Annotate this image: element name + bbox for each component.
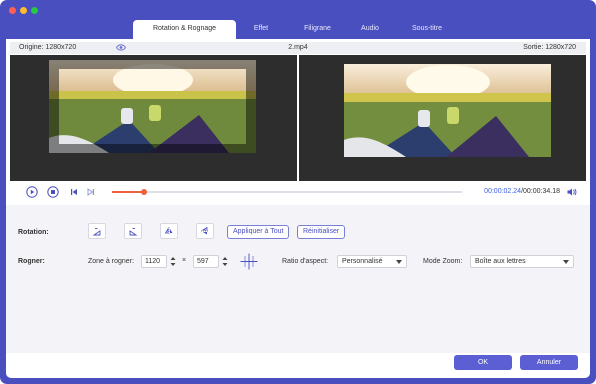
volume-icon[interactable] (566, 186, 578, 198)
chevron-down-icon (396, 260, 402, 264)
file-name: 2.mp4 (288, 44, 308, 51)
crop-width-stepper[interactable] (169, 255, 177, 268)
crop-overlay-bottom (49, 144, 256, 153)
editor-panel: Origine: 1280x720 2.mp4 Sortie: 1280x720 (6, 39, 590, 378)
stop-button[interactable] (47, 186, 59, 198)
crop-overlay-right (246, 69, 256, 144)
rotation-label: Rotation: (18, 229, 49, 236)
cancel-button[interactable]: Annuler (520, 355, 578, 370)
zoom-mode-value: Boîte aux lettres (475, 258, 526, 265)
output-video-frame (344, 64, 551, 157)
aspect-ratio-select[interactable]: Personnalisé (337, 255, 407, 268)
crop-label: Rogner: (18, 258, 45, 265)
crop-width-input[interactable]: 1120 (141, 255, 167, 268)
rotate-right-button[interactable] (124, 223, 142, 239)
reset-button[interactable]: Réinitialiser (297, 225, 346, 239)
tab-audio[interactable]: Audio (354, 20, 386, 39)
source-preview (10, 55, 297, 181)
playback-controls: 00:00:02.24/00:00:34.18 (10, 181, 586, 203)
flip-vertical-button[interactable] (196, 223, 214, 239)
rotate-left-button[interactable] (88, 223, 106, 239)
rotate-left-icon (92, 228, 101, 236)
timeline-scrubber[interactable] (112, 189, 462, 195)
output-resolution: Sortie: 1280x720 (523, 44, 576, 51)
timecode: 00:00:02.24/00:00:34.18 (484, 188, 560, 195)
tab-rotation-rognage[interactable]: Rotation & Rognage (133, 20, 236, 39)
skip-back-button[interactable] (68, 186, 80, 198)
multiply-sign: × (182, 257, 187, 264)
rotate-right-icon (129, 228, 138, 236)
crop-height-input[interactable]: 597 (193, 255, 219, 268)
play-button[interactable] (26, 186, 38, 198)
current-time: 00:00:02.24 (484, 188, 522, 195)
preview-info-bar: Origine: 1280x720 2.mp4 Sortie: 1280x720 (10, 42, 586, 54)
source-video-frame[interactable] (49, 60, 256, 153)
crop-height-stepper[interactable] (221, 255, 229, 268)
app-window: Rotation & Rognage Effet Filigrane Audio… (0, 0, 596, 384)
zoom-window-button[interactable] (31, 7, 38, 14)
crop-overlay-left (49, 69, 59, 144)
minimize-window-button[interactable] (20, 7, 27, 14)
crop-zone-label: Zone à rogner: (88, 258, 134, 265)
timeline-handle[interactable] (140, 189, 147, 195)
aspect-ratio-label: Ratio d'aspect: (282, 258, 329, 265)
settings-panel: Rotation: Appliquer à Tout Réinitialiser… (6, 205, 590, 353)
tab-bar: Rotation & Rognage Effet Filigrane Audio… (133, 20, 458, 39)
flip-horizontal-icon (164, 227, 173, 235)
flip-horizontal-button[interactable] (160, 223, 178, 239)
flip-vertical-icon (201, 226, 209, 235)
zoom-mode-label: Mode Zoom: (423, 258, 463, 265)
timeline-progress (112, 191, 144, 193)
center-crosshair-icon[interactable] (240, 253, 258, 270)
tab-effet[interactable]: Effet (241, 20, 281, 39)
crop-overlay-top (49, 60, 256, 69)
output-preview (299, 55, 586, 181)
tab-filigrane[interactable]: Filigrane (281, 20, 354, 39)
close-window-button[interactable] (9, 7, 16, 14)
apply-to-all-button[interactable]: Appliquer à Tout (227, 225, 290, 239)
aspect-ratio-value: Personnalisé (342, 258, 383, 265)
skip-forward-button[interactable] (85, 186, 97, 198)
zoom-mode-select[interactable]: Boîte aux lettres (470, 255, 574, 268)
preview-area (10, 55, 586, 181)
tab-sous-titre[interactable]: Sous-titre (396, 20, 458, 39)
chevron-down-icon (563, 260, 569, 264)
total-time: 00:00:34.18 (523, 188, 560, 195)
ok-button[interactable]: OK (454, 355, 512, 370)
